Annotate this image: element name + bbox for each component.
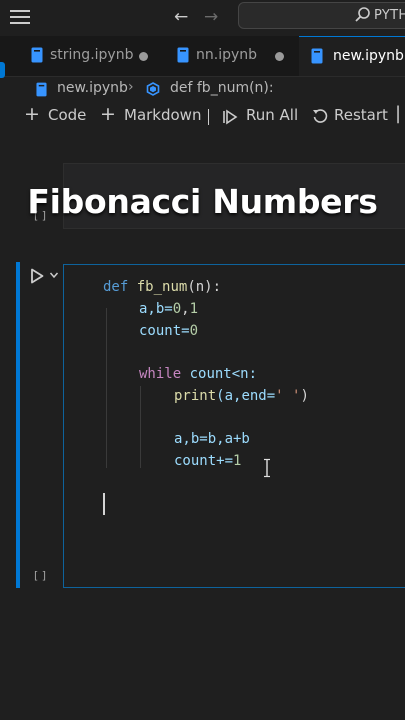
restart-kernel-button[interactable]: Restart	[334, 106, 388, 124]
notebook-file-icon	[177, 47, 189, 63]
code-line-1[interactable]: def fb_num(n):	[103, 279, 221, 295]
breadcrumb-file[interactable]: new.ipynb	[57, 80, 128, 96]
text-cursor	[103, 493, 105, 515]
add-markdown-cell-button[interactable]: Markdown	[124, 106, 201, 124]
symbol-method-icon	[146, 82, 160, 96]
notebook-file-icon	[311, 48, 323, 64]
breadcrumb-symbol[interactable]: def fb_num(n):	[170, 80, 274, 96]
editor-tab-bar: string.ipynb nn.ipynb new.ipynb	[0, 36, 405, 77]
tab-label: nn.ipynb	[196, 47, 258, 63]
code-line-5[interactable]: print(a,end=' ')	[174, 388, 309, 404]
tab-label: new.ipynb	[333, 48, 404, 64]
tab-label: string.ipynb	[50, 47, 134, 63]
notebook-file-icon	[31, 47, 43, 63]
indent-guide	[140, 386, 141, 468]
run-all-icon	[223, 109, 238, 125]
restart-icon	[313, 109, 328, 123]
tab-nn-ipynb[interactable]: nn.ipynb	[165, 36, 299, 76]
mouse-ibeam-cursor-icon	[264, 458, 270, 478]
modified-dot-icon[interactable]	[275, 52, 284, 61]
video-overlay-title: Fibonacci Numbers	[27, 182, 378, 221]
notebook-code-cell[interactable]	[63, 264, 405, 588]
cell-focus-indicator	[16, 262, 20, 588]
execution-count: [ ]	[34, 569, 47, 582]
code-line-4[interactable]: while count<n:	[139, 366, 257, 382]
chevron-down-icon[interactable]	[49, 270, 59, 280]
notebook-file-icon	[36, 82, 47, 97]
back-arrow-icon[interactable]: ←	[174, 7, 188, 27]
plus-icon: +	[24, 103, 40, 125]
code-line-3[interactable]: count=0	[139, 323, 198, 339]
run-all-button[interactable]: Run All	[246, 106, 298, 124]
command-center-search[interactable]: PYTH	[238, 2, 405, 29]
activity-indicator	[0, 62, 5, 78]
run-cell-icon[interactable]	[30, 268, 44, 284]
indent-guide	[106, 308, 107, 468]
code-line-2[interactable]: a,b=0,1	[139, 301, 198, 317]
notebook-toolbar: + Code + Markdown Run All Restart |	[0, 101, 405, 133]
code-line-7[interactable]: count+=1	[174, 453, 241, 469]
search-icon	[355, 7, 370, 22]
modified-dot-icon[interactable]	[139, 52, 148, 61]
title-bar: ← → PYTH	[0, 0, 405, 36]
plus-icon: +	[100, 103, 116, 125]
more-actions-icon[interactable]: |	[395, 103, 401, 124]
hamburger-menu-icon[interactable]	[10, 8, 32, 26]
toolbar-separator	[208, 109, 209, 125]
chevron-right-icon: ›	[128, 79, 134, 95]
code-line-6[interactable]: a,b=b,a+b	[174, 431, 250, 447]
breadcrumb: new.ipynb › def fb_num(n):	[0, 77, 405, 101]
tab-new-ipynb[interactable]: new.ipynb	[299, 36, 405, 76]
add-code-cell-button[interactable]: Code	[48, 106, 86, 124]
forward-arrow-icon[interactable]: →	[204, 7, 218, 27]
tab-string-ipynb[interactable]: string.ipynb	[20, 36, 165, 76]
search-text: PYTH	[374, 8, 405, 23]
